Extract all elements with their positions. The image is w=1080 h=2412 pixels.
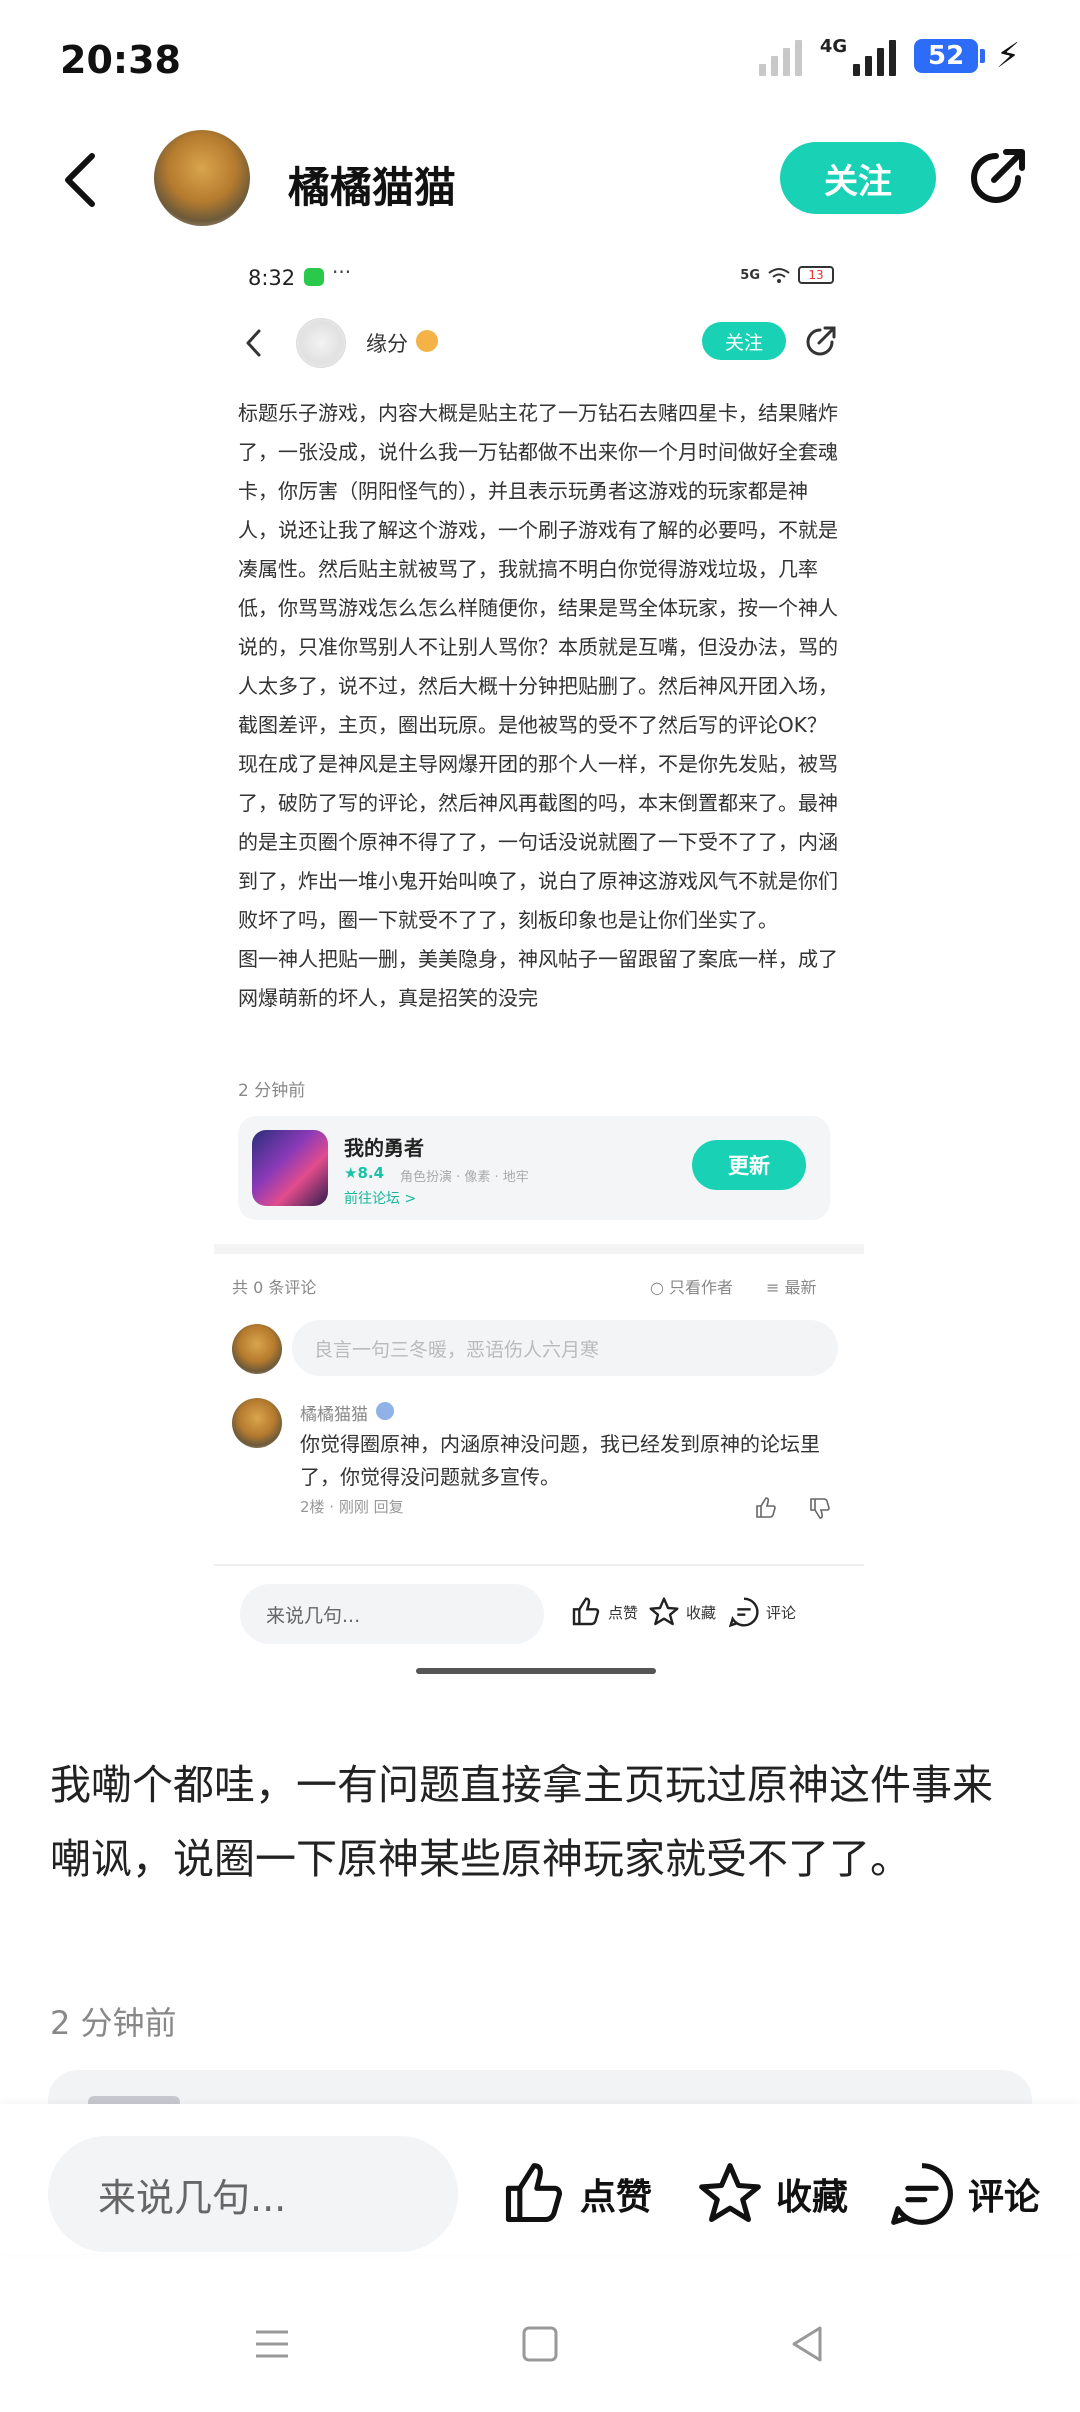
embedded-comment-text: 你觉得圈原神，内涵原神没问题，我已经发到原神的论坛里了，你觉得没问题就多宣传。 bbox=[300, 1432, 820, 1489]
embedded-screenshot[interactable]: 8:32 ··· 5G 13 缘分 关注 标题乐子游戏，内容大概是贴主花了一万钻… bbox=[214, 248, 864, 1688]
status-bar: 20:38 4G 52 ⚡ bbox=[0, 0, 1080, 120]
embedded-paragraph: 图一神人把贴一删，美美隐身，神风帖子一留跟留了案底一样，成了网爆萌新的坏人，真是… bbox=[238, 947, 838, 1010]
back-triangle-icon[interactable] bbox=[778, 2314, 838, 2374]
like-button[interactable]: 点赞 bbox=[500, 2160, 652, 2228]
embedded-avatar bbox=[296, 318, 346, 368]
game-update-button: 更新 bbox=[692, 1140, 806, 1190]
embedded-author-name: 缘分 bbox=[366, 332, 408, 356]
charging-icon: ⚡ bbox=[996, 36, 1020, 76]
system-navigation-bar bbox=[0, 2270, 1080, 2412]
follow-button[interactable]: 关注 bbox=[780, 142, 936, 214]
star-icon bbox=[699, 2163, 761, 2223]
game-forum-link: 前往论坛 > bbox=[344, 1191, 417, 1207]
embedded-bottom-input: 来说几句... bbox=[240, 1584, 544, 1644]
embedded-game-card: 我的勇者 ★8.4 角色扮演 · 像素 · 地牢 前往论坛 > 更新 bbox=[238, 1116, 830, 1220]
embedded-comment: 评论 bbox=[728, 1596, 796, 1628]
embedded-post-body: 标题乐子游戏，内容大概是贴主花了一万钻石去赌四星卡，结果赌炸了，一张没成，说什么… bbox=[238, 372, 838, 1072]
thumbs-up-icon bbox=[505, 2163, 563, 2223]
status-time: 20:38 bbox=[60, 38, 181, 82]
menu-icon[interactable] bbox=[242, 2314, 302, 2374]
embedded-comment-label: 评论 bbox=[766, 1603, 797, 1622]
embedded-time-ago: 2 分钟前 bbox=[238, 1081, 306, 1101]
comment-icon bbox=[891, 2163, 953, 2225]
embedded-my-avatar bbox=[232, 1324, 282, 1374]
embedded-only-author-label: 只看作者 bbox=[669, 1278, 734, 1297]
embedded-like-label: 点赞 bbox=[608, 1603, 639, 1622]
game-tags: 角色扮演 · 像素 · 地牢 bbox=[400, 1170, 529, 1185]
author-name[interactable]: 橘橘猫猫 bbox=[288, 154, 456, 215]
embedded-favorite: 收藏 bbox=[648, 1596, 716, 1628]
embedded-like: 点赞 bbox=[570, 1596, 638, 1628]
embedded-favorite-label: 收藏 bbox=[686, 1603, 717, 1622]
level-badge-icon bbox=[416, 330, 438, 352]
comment-label: 评论 bbox=[968, 2177, 1041, 2218]
embedded-like-icon bbox=[572, 1597, 600, 1626]
embedded-commenter-name: 橘橘猫猫 bbox=[300, 1405, 368, 1425]
favorite-button[interactable]: 收藏 bbox=[696, 2160, 848, 2228]
embedded-share-icon bbox=[806, 326, 836, 356]
bottom-action-bar: 来说几句... 点赞 收藏 评论 bbox=[0, 2104, 1080, 2254]
embedded-time: 8:32 bbox=[248, 266, 296, 290]
game-icon bbox=[252, 1130, 328, 1206]
embedded-comment-icon bbox=[728, 1597, 759, 1628]
battery-icon: 52 bbox=[914, 39, 986, 73]
avatar[interactable] bbox=[154, 130, 250, 226]
wechat-icon bbox=[304, 268, 324, 286]
status-icons: 4G 52 ⚡ bbox=[758, 36, 1020, 76]
mobile-data-icon bbox=[853, 36, 897, 76]
embedded-status-icons: 5G 13 bbox=[740, 266, 834, 284]
embedded-sort-newest: ≡ 最新 bbox=[766, 1278, 817, 1297]
embedded-dots: ··· bbox=[332, 260, 352, 284]
embedded-network: 5G bbox=[740, 267, 760, 283]
embedded-divider bbox=[214, 1244, 864, 1254]
embedded-star-icon bbox=[649, 1597, 679, 1626]
embedded-comment-meta: 2楼 · 刚刚 回复 bbox=[300, 1498, 404, 1516]
game-name: 我的勇者 bbox=[344, 1136, 424, 1160]
post-text: 我嘞个都哇，一有问题直接拿主页玩过原神这件事来嘲讽，说圈一下原神某些原神玩家就受… bbox=[50, 1761, 993, 1883]
embedded-thumbs-up-icon bbox=[756, 1497, 776, 1518]
embedded-back-icon bbox=[246, 329, 261, 357]
share-icon[interactable] bbox=[966, 144, 1030, 208]
embedded-cut-line bbox=[238, 372, 838, 386]
comment-button[interactable]: 评论 bbox=[888, 2160, 1040, 2228]
embedded-commenter-avatar bbox=[232, 1398, 282, 1448]
embedded-bottom-bar: 来说几句... 点赞 收藏 评论 bbox=[214, 1564, 864, 1664]
embedded-home-indicator bbox=[416, 1668, 656, 1674]
network-label: 4G bbox=[819, 36, 848, 57]
embedded-sort-label: 最新 bbox=[784, 1278, 817, 1297]
commenter-badge-icon bbox=[376, 1402, 394, 1420]
like-label: 点赞 bbox=[580, 2177, 653, 2218]
back-icon[interactable] bbox=[56, 150, 106, 210]
embedded-comment-count: 共 0 条评论 bbox=[232, 1278, 317, 1297]
embedded-thumbs-down-icon bbox=[810, 1498, 830, 1519]
embedded-only-author: ○ 只看作者 bbox=[650, 1278, 734, 1297]
post-header: 橘橘猫猫 关注 bbox=[0, 120, 1080, 240]
embedded-comment-input: 良言一句三冬暖，恶语伤人六月寒 bbox=[292, 1320, 838, 1376]
favorite-label: 收藏 bbox=[776, 2177, 849, 2218]
signal-icon bbox=[758, 36, 802, 76]
home-icon[interactable] bbox=[510, 2314, 570, 2374]
embedded-follow-button: 关注 bbox=[702, 322, 786, 360]
post-time-ago: 2 分钟前 bbox=[50, 2004, 177, 2042]
embedded-paragraph: 标题乐子游戏，内容大概是贴主花了一万钻石去赌四星卡，结果赌炸了，一张没成，说什么… bbox=[238, 401, 838, 932]
comment-input[interactable]: 来说几句... bbox=[48, 2136, 458, 2252]
game-rating: ★8.4 bbox=[344, 1164, 385, 1182]
embedded-battery: 13 bbox=[798, 266, 834, 284]
wifi-icon bbox=[768, 268, 790, 283]
